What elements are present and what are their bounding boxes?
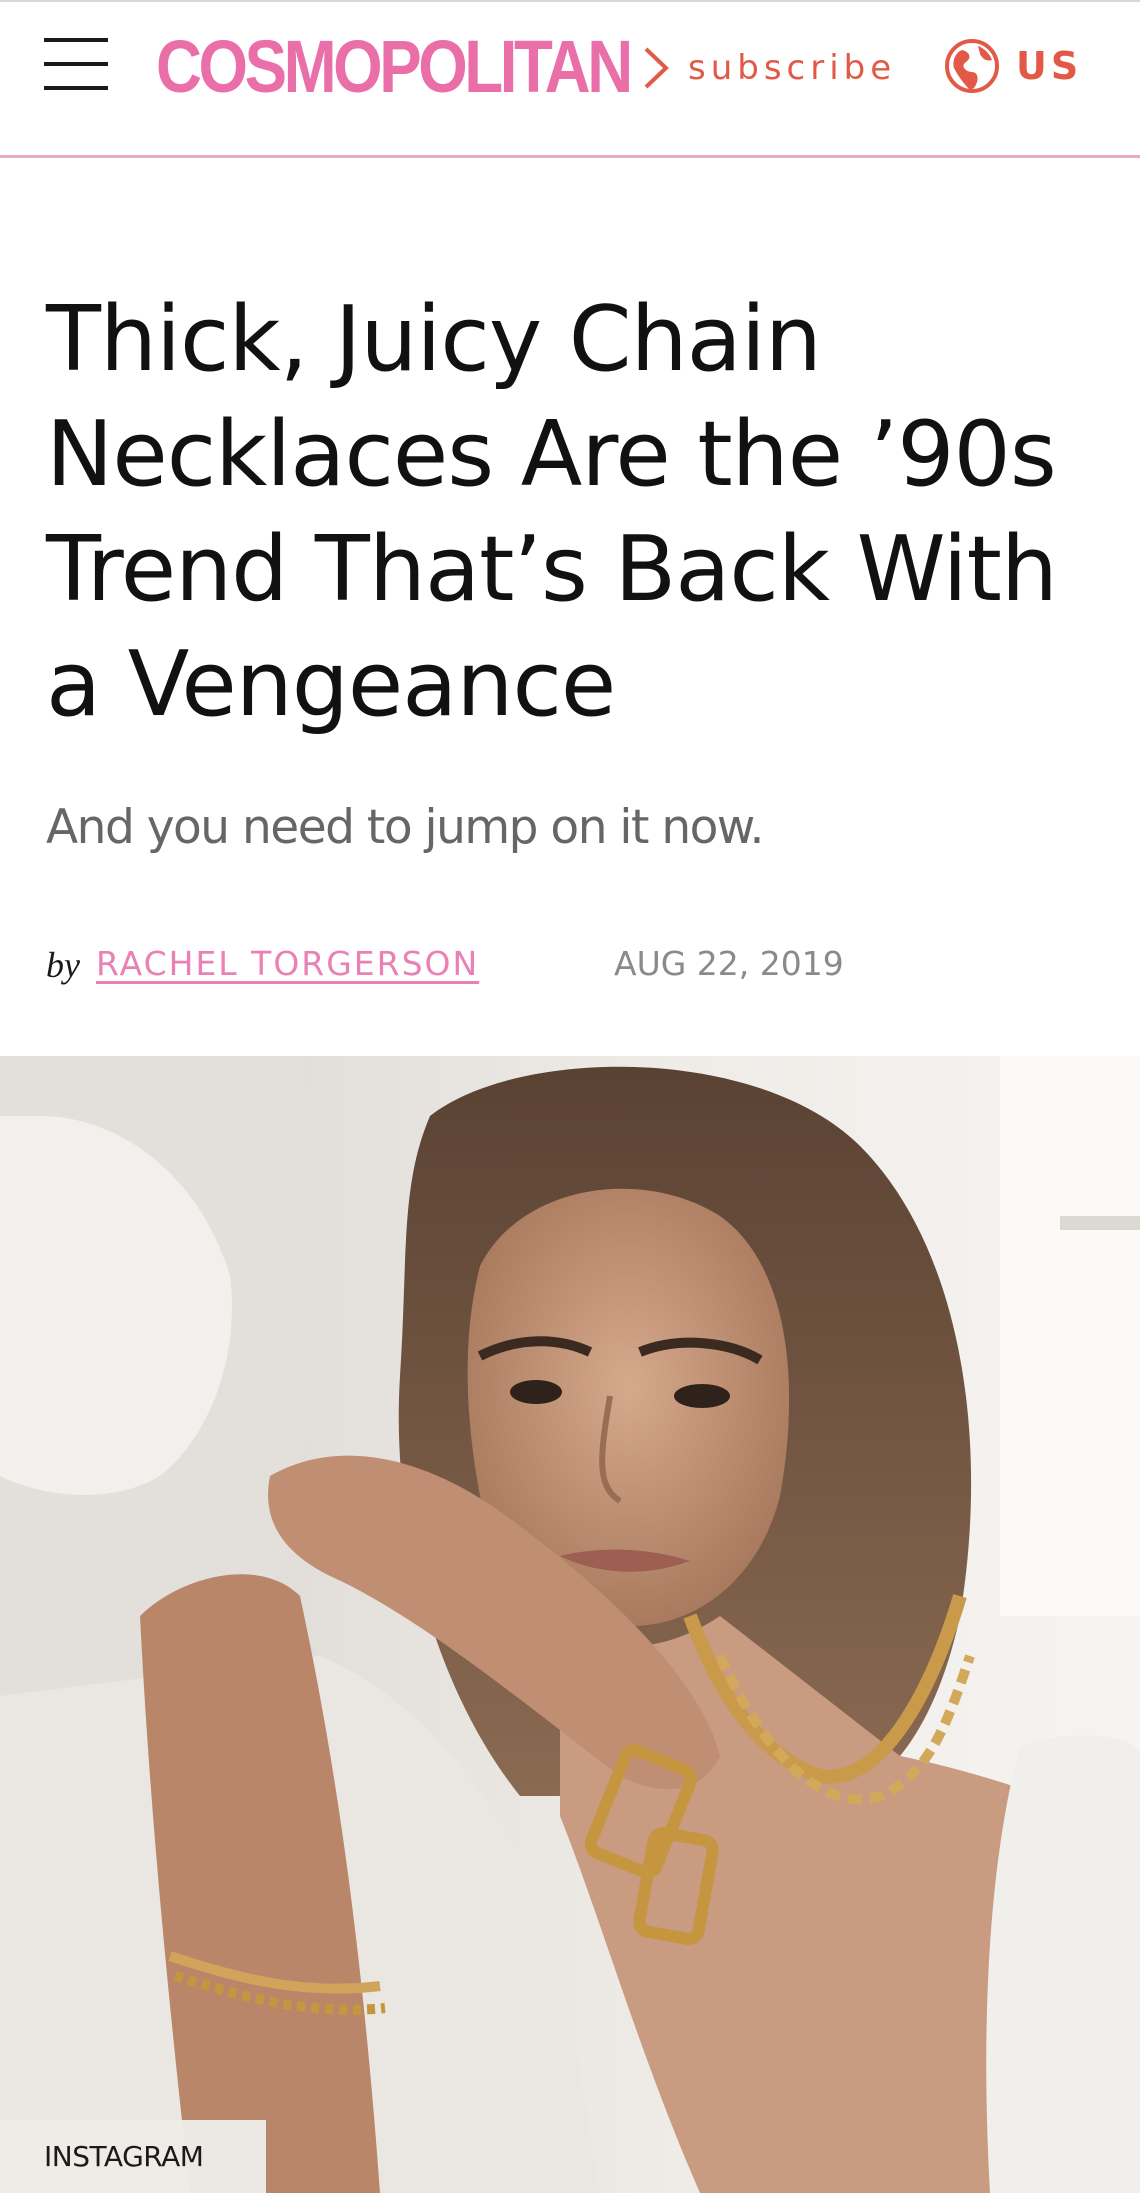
subscribe-link[interactable]: subscribe: [636, 40, 896, 96]
publish-date: AUG 22, 2019: [614, 944, 844, 983]
photo-credit-label: INSTAGRAM: [44, 2140, 204, 2173]
chevron-right-icon: [644, 47, 669, 89]
region-selector[interactable]: US: [944, 36, 1082, 96]
hero-image: [0, 1056, 1140, 2193]
author-link[interactable]: RACHEL TORGERSON: [96, 944, 479, 983]
region-label: US: [1016, 44, 1083, 88]
site-header: COSMOPOLITAN subscribe US: [0, 0, 1140, 157]
article-headline: Thick, Juicy Chain Necklaces Are the ’90…: [46, 287, 1058, 737]
hamburger-menu-icon[interactable]: [44, 38, 110, 94]
article-dek: And you need to jump on it now.: [46, 800, 764, 855]
globe-icon: [945, 39, 999, 93]
byline-prefix: by: [46, 945, 80, 985]
header-divider: [0, 155, 1140, 158]
subscribe-label: subscribe: [688, 48, 897, 88]
site-logo[interactable]: COSMOPOLITAN: [156, 22, 633, 112]
byline: by RACHEL TORGERSON AUG 22, 2019: [46, 940, 1106, 990]
photo-credit: INSTAGRAM: [0, 2120, 266, 2193]
hero-photo: [0, 1056, 1140, 2193]
